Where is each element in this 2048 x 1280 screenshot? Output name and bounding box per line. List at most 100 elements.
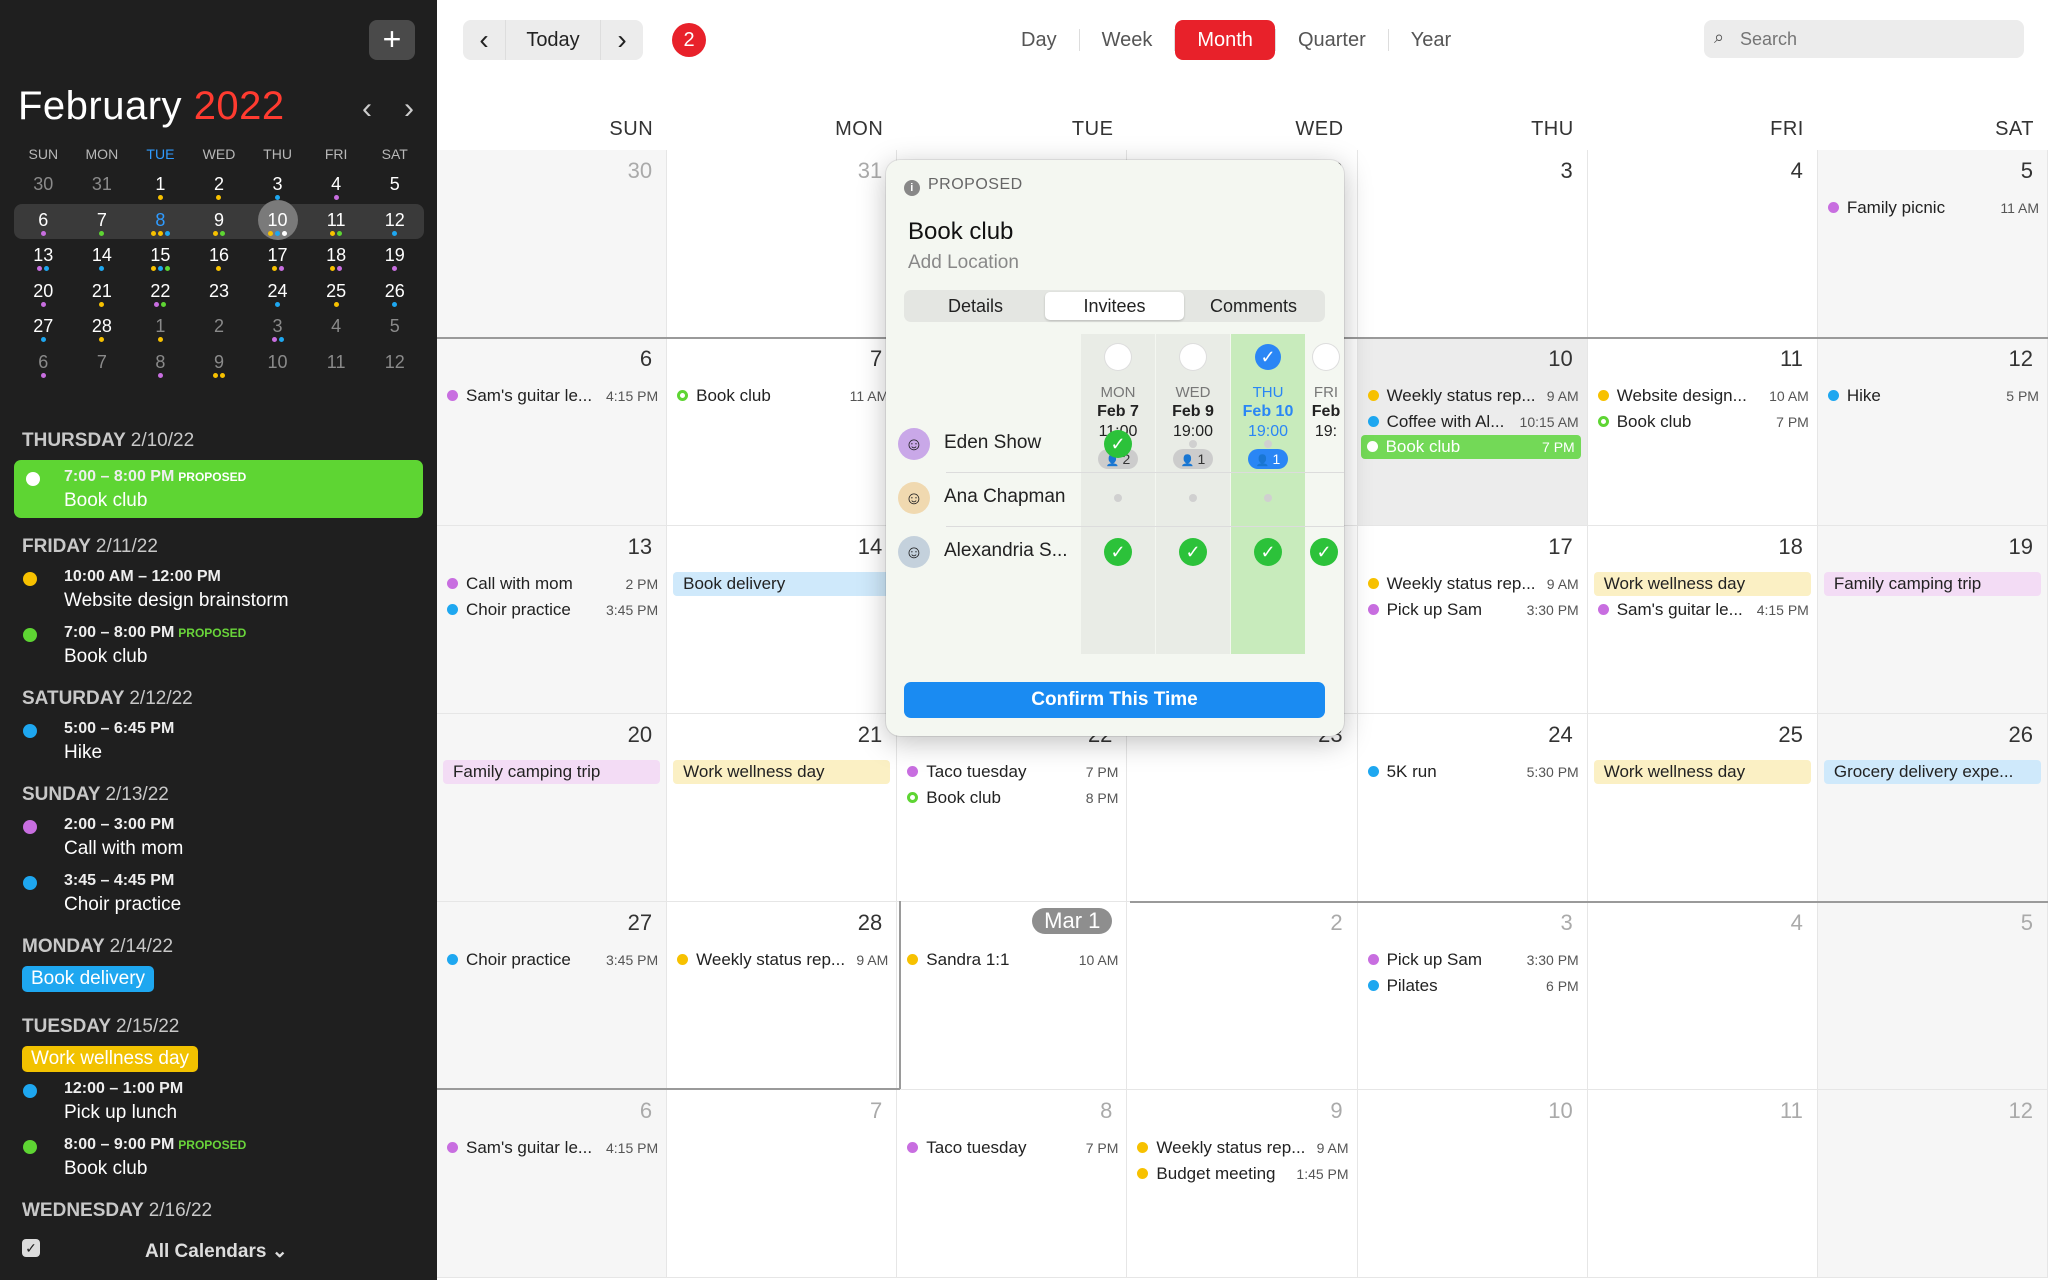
day-cell[interactable]: 20 Family camping trip [437,714,668,902]
calendar-event[interactable]: Call with mom 2 PM [447,572,658,596]
calendar-event[interactable]: Grocery delivery expe... [1823,760,2041,784]
mini-day[interactable]: 16 [190,239,249,275]
calendar-event[interactable]: Choir practice 3:45 PM [447,948,658,972]
day-cell[interactable]: 13 Call with mom 2 PM Choir practice 3:45 PM [437,526,668,714]
calendar-event[interactable]: Family camping trip [1823,572,2041,596]
calendar-event[interactable]: 5K run 5:30 PM [1367,760,1579,784]
mini-day[interactable]: 2 [190,168,249,204]
agenda-allday-event[interactable]: Work wellness day [22,1046,199,1072]
next-period-button[interactable]: › [601,20,643,60]
calendar-event[interactable]: Pick up Sam 3:30 PM [1367,598,1579,622]
mini-day[interactable]: 24 [248,275,307,311]
day-cell[interactable]: 5 [1817,902,2048,1090]
mini-day[interactable]: 21 [73,275,132,311]
search-field[interactable]: ⌕ [1704,20,2024,58]
confirm-time-button[interactable]: Confirm This Time [904,682,1325,718]
agenda-allday-event[interactable]: Book delivery [22,966,155,992]
day-cell[interactable]: 2 [1127,902,1358,1090]
day-cell[interactable]: 10 [1357,1090,1588,1278]
day-cell[interactable]: 30 [437,150,668,338]
mini-day[interactable]: 6 [14,204,73,240]
mini-day[interactable]: 30 [14,168,73,204]
mini-day[interactable]: 14 [73,239,132,275]
day-cell[interactable]: 4 [1587,150,1818,338]
calendar-event[interactable]: Taco tuesday 7 PM [907,760,1118,784]
prev-period-button[interactable]: ‹ [463,20,505,60]
calendar-event[interactable]: Work wellness day [1593,760,1811,784]
day-cell[interactable]: 21 Work wellness day [667,714,898,902]
agenda-event[interactable]: 8:00 – 9:00 PM PROPOSED Book club [14,1134,423,1182]
calendar-event[interactable]: Book delivery [673,572,891,596]
day-cell[interactable]: 3 Pick up Sam 3:30 PM Pilates 6 PM [1357,902,1588,1090]
day-cell[interactable]: 10 Weekly status rep... 9 AM Coffee with Al… [1357,338,1588,526]
notifications-badge[interactable]: 2 [672,23,706,57]
agenda-event[interactable]: 5:00 – 6:45 PM Hike [14,718,423,766]
calendar-event[interactable]: Book club 11 AM [677,384,888,408]
add-event-button[interactable]: + [369,20,415,60]
mini-day[interactable]: 28 [73,310,132,346]
mini-day[interactable]: 25 [307,275,366,311]
agenda-event[interactable]: 7:00 – 8:00 PM PROPOSED Book club [14,460,423,518]
day-cell[interactable]: 23 [1127,714,1358,902]
mini-day[interactable]: 23 [190,275,249,311]
calendar-event[interactable]: Budget meeting 1:45 PM [1137,1162,1349,1186]
calendar-event[interactable]: Book club 7 PM [1597,410,1809,434]
day-cell[interactable]: 17 Weekly status rep... 9 AM Pick up Sam 3:3… [1357,526,1588,714]
day-cell[interactable]: 12 [1817,1090,2048,1278]
tab-details[interactable]: Details [906,292,1045,320]
tab-comments[interactable]: Comments [1184,292,1323,320]
day-cell[interactable]: 6 Sam's guitar le... 4:15 PM [437,338,668,526]
mini-day[interactable]: 27 [14,310,73,346]
mini-day[interactable]: 18 [307,239,366,275]
calendar-event[interactable]: Weekly status rep... 9 AM [1367,572,1579,596]
day-cell[interactable]: 3 [1357,150,1588,338]
mini-day[interactable]: 26 [365,275,424,311]
day-cell[interactable]: 6 Sam's guitar le... 4:15 PM [437,1090,668,1278]
mini-day[interactable]: 7 [73,204,132,240]
mini-day[interactable]: 1 [131,168,190,204]
calendar-event[interactable]: Family camping trip [443,760,661,784]
view-year-button[interactable]: Year [1389,20,1473,60]
all-calendars-dropdown[interactable]: All Calendars ⌄ [145,1240,288,1263]
day-cell[interactable]: 9 Weekly status rep... 9 AM Budget meeting 1… [1127,1090,1358,1278]
mini-day[interactable]: 9 [190,346,249,382]
day-cell[interactable]: 22Taco tuesday7 PMBook club8 PM [897,714,1128,902]
calendar-event[interactable]: Website design... 10 AM [1597,384,1809,408]
mini-day[interactable]: 8 [131,346,190,382]
day-cell[interactable]: 5 Family picnic 11 AM [1817,150,2048,338]
day-cell[interactable]: 31 [667,150,898,338]
mini-day[interactable]: 3 [248,168,307,204]
calendar-event[interactable]: Family picnic 11 AM [1827,196,2039,220]
event-title[interactable]: Book club [908,218,1013,246]
mini-day[interactable]: 17 [248,239,307,275]
calendar-event[interactable]: Sandra 1:1 10 AM [907,948,1118,972]
day-cell[interactable]: 14 Book delivery [667,526,898,714]
mini-next-month-button[interactable]: › [394,92,424,126]
calendar-event[interactable]: Sam's guitar le... 4:15 PM [447,384,658,408]
calendar-event[interactable]: Taco tuesday 7 PM [907,1136,1118,1160]
day-cell[interactable]: Mar 1 Sandra 1:1 10 AM [897,902,1128,1090]
mini-day[interactable]: 4 [307,168,366,204]
day-cell[interactable]: 11 [1587,1090,1818,1278]
mini-day[interactable]: 31 [73,168,132,204]
agenda-event[interactable]: 2:00 – 3:00 PM Call with mom [14,814,423,862]
calendar-event[interactable]: Sam's guitar le... 4:15 PM [1597,598,1809,622]
agenda-event[interactable]: 3:45 – 4:45 PM Choir practice [14,870,423,918]
mini-day[interactable]: 8 [131,204,190,240]
day-cell[interactable]: 26 Grocery delivery expe... [1817,714,2048,902]
day-cell[interactable]: 7 [667,1090,898,1278]
mini-day[interactable]: 2 [190,310,249,346]
mini-day[interactable]: 15 [131,239,190,275]
mini-day[interactable]: 6 [14,346,73,382]
mini-day[interactable]: 1 [131,310,190,346]
mini-day[interactable]: 3 [248,310,307,346]
day-cell[interactable]: 18 Work wellness day Sam's guitar le... 4:1… [1587,526,1818,714]
mini-day[interactable]: 19 [365,239,424,275]
day-cell[interactable]: 12 Hike 5 PM [1817,338,2048,526]
calendar-event[interactable]: Pick up Sam 3:30 PM [1367,948,1579,972]
view-month-button[interactable]: Month [1175,20,1275,60]
mini-day[interactable]: 11 [307,346,366,382]
mini-day[interactable]: 4 [307,310,366,346]
mini-day[interactable]: 11 [307,204,366,240]
mini-day[interactable]: 10 [248,346,307,382]
